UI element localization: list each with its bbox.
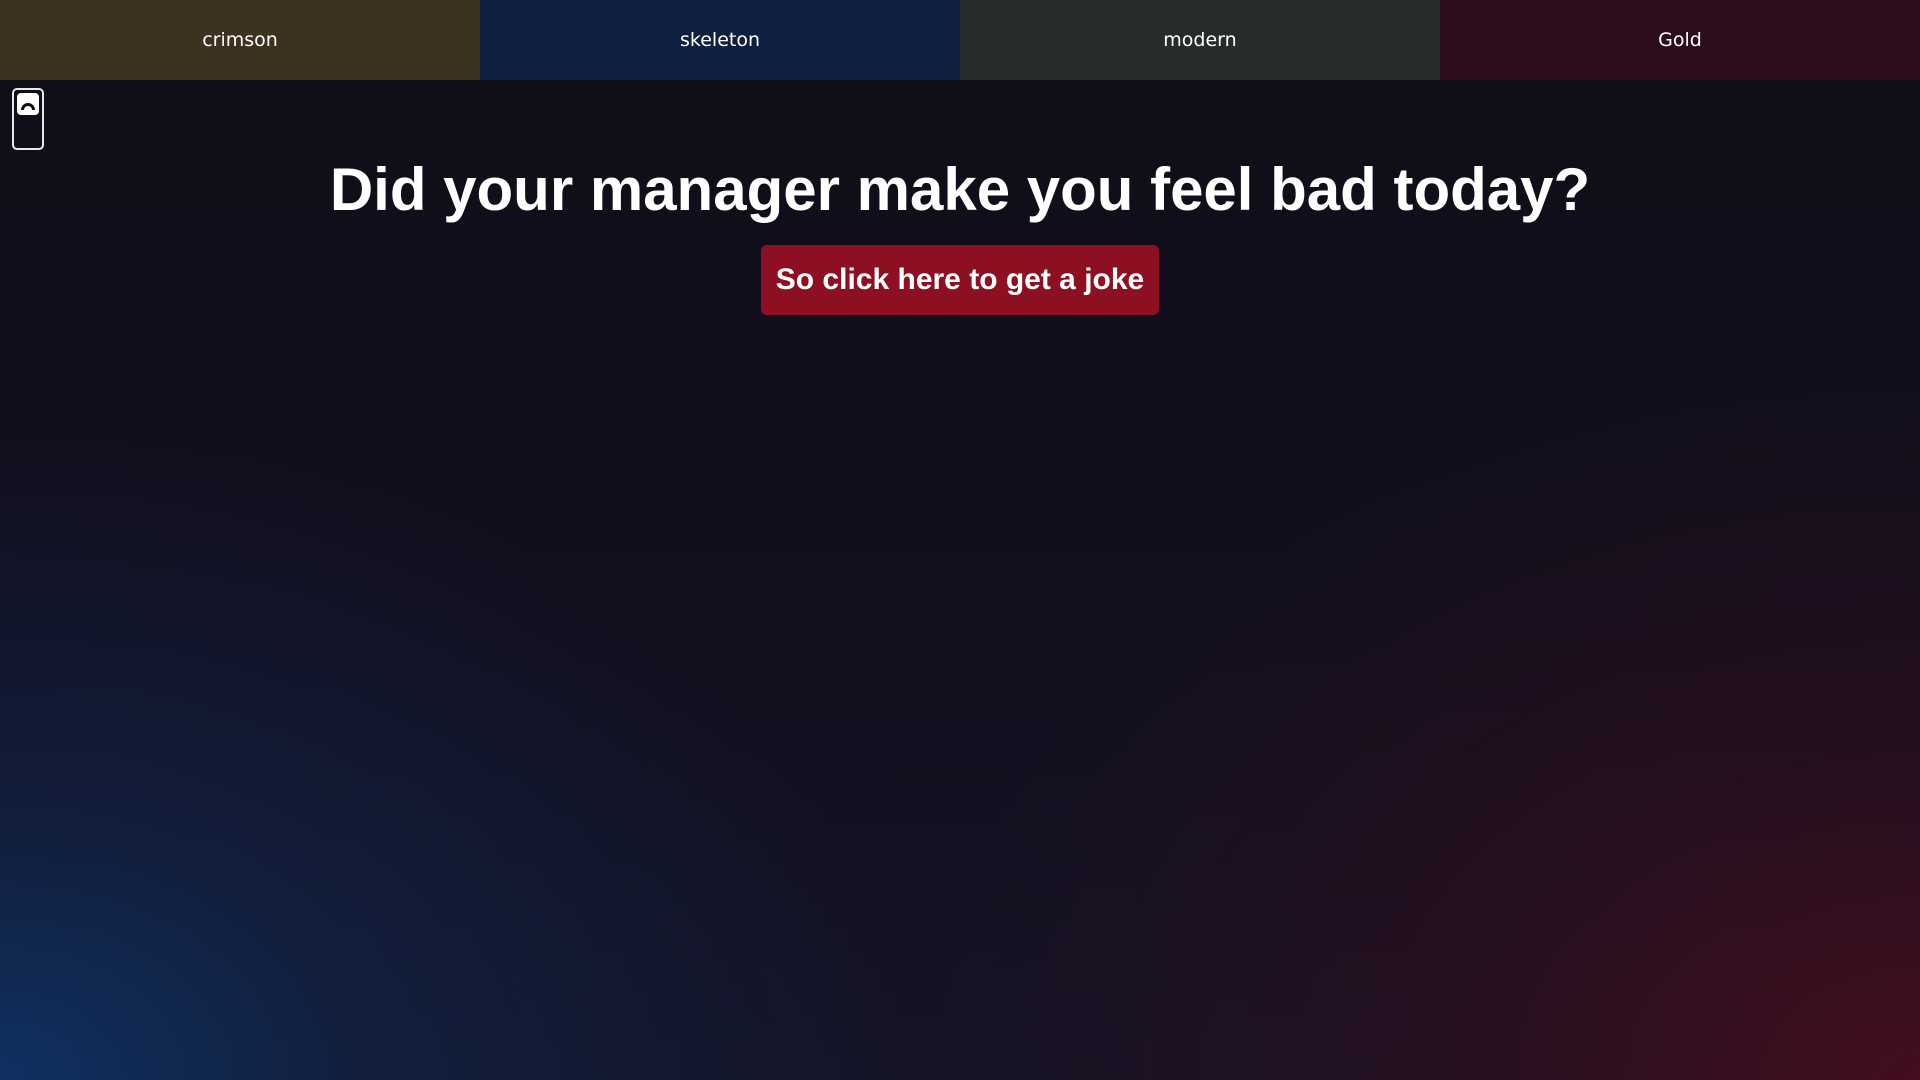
theme-toggle-switch[interactable] xyxy=(12,88,44,150)
get-joke-button[interactable]: So click here to get a joke xyxy=(761,245,1159,315)
theme-bar: crimson skeleton modern Gold xyxy=(0,0,1920,80)
half-circle-icon xyxy=(17,93,39,115)
page-headline: Did your manager make you feel bad today… xyxy=(329,156,1591,223)
theme-tab-modern[interactable]: modern xyxy=(960,0,1440,80)
theme-tab-crimson[interactable]: crimson xyxy=(0,0,480,80)
theme-tab-skeleton[interactable]: skeleton xyxy=(480,0,960,80)
theme-tab-gold[interactable]: Gold xyxy=(1440,0,1920,80)
